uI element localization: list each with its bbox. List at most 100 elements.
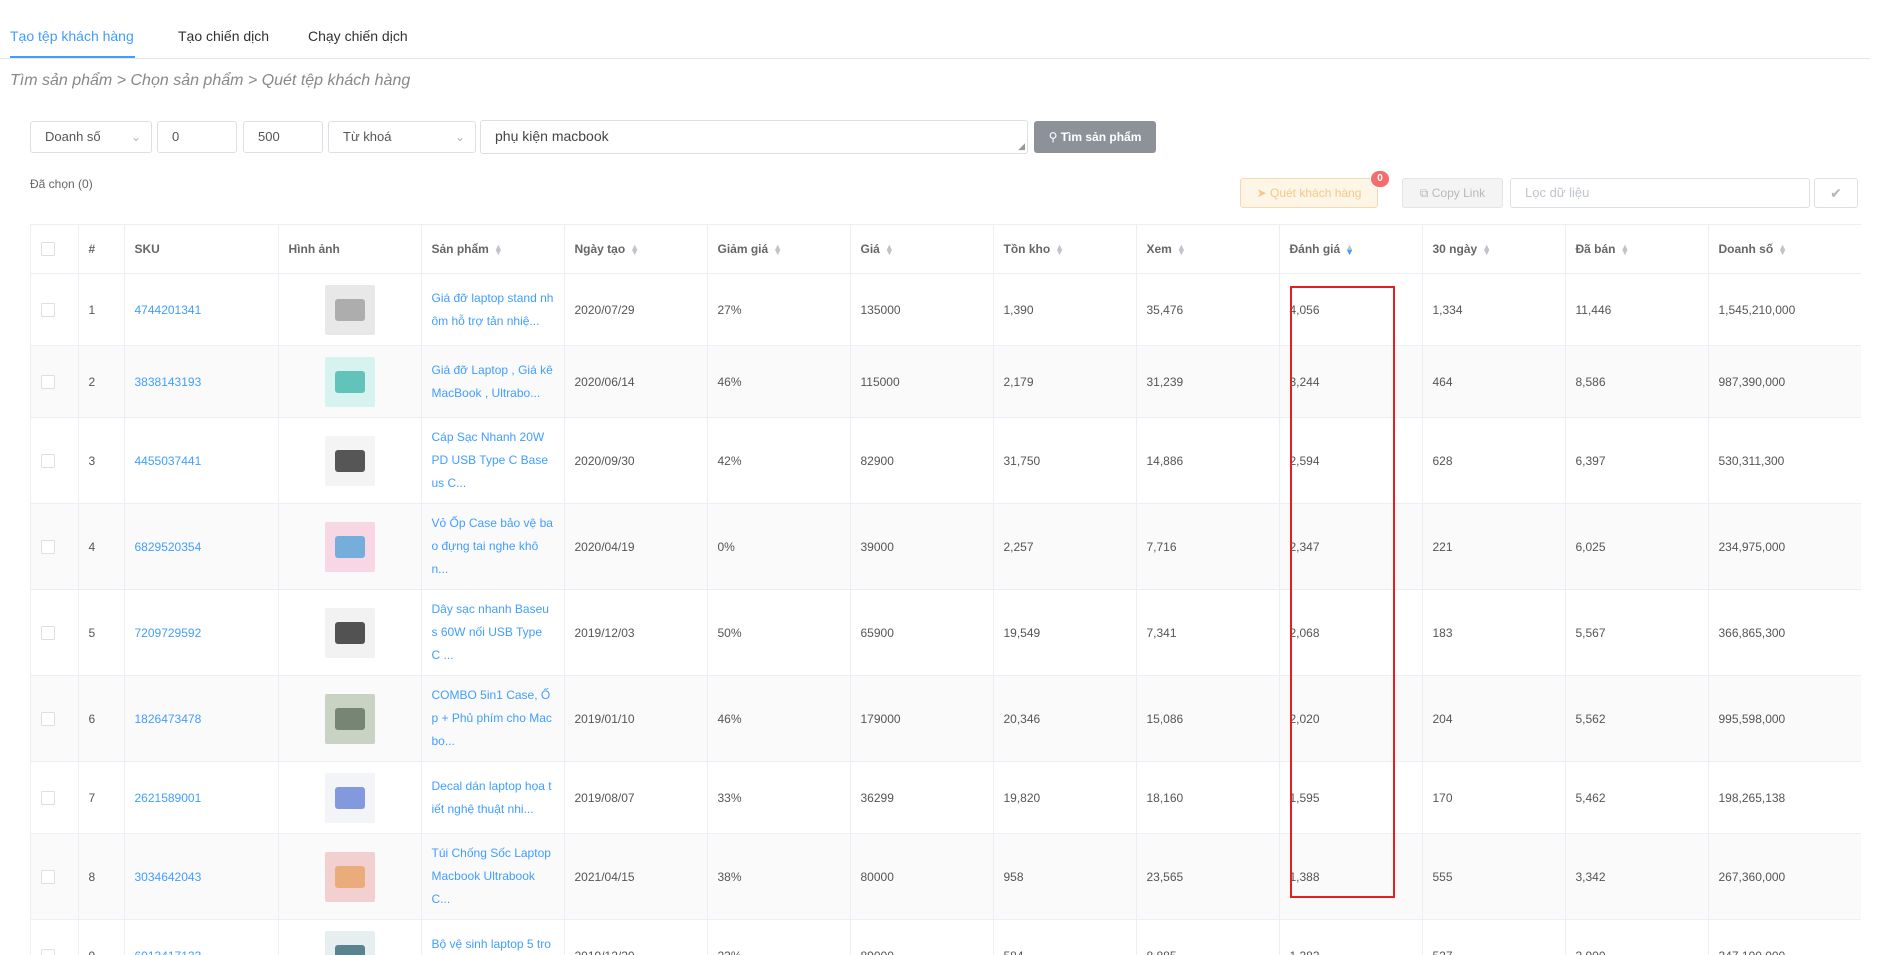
row-checkbox-cell[interactable]	[31, 346, 78, 418]
row-checkbox[interactable]	[41, 712, 55, 726]
sort-icon[interactable]: ▲▼	[494, 245, 503, 255]
column-header-discount[interactable]: Giảm giá▲▼	[707, 225, 850, 274]
row-checkbox-cell[interactable]	[31, 834, 78, 920]
product-link-text[interactable]: Cáp Sạc Nhanh 20W PD USB Type C Base us …	[432, 418, 554, 503]
row-checkbox[interactable]	[41, 303, 55, 317]
min-value-input[interactable]: 0	[157, 121, 237, 153]
tab-run-campaign[interactable]: Chạy chiến dịch	[308, 28, 408, 44]
sort-icon[interactable]: ▲▼	[885, 245, 894, 255]
row-checkbox-cell[interactable]	[31, 762, 78, 834]
row-checkbox-cell[interactable]	[31, 590, 78, 676]
sku-link-text[interactable]: 1826473478	[135, 712, 202, 726]
mode-select[interactable]: Từ khoá ⌄	[328, 121, 476, 153]
product-link-text[interactable]: Vỏ Ốp Case bảo vệ ba o đựng tai nghe khô…	[432, 504, 554, 589]
row-checkbox[interactable]	[41, 375, 55, 389]
table-row[interactable]: 23838143193Giá đỡ Laptop , Giá kê MacBoo…	[31, 346, 1861, 418]
row-checkbox-cell[interactable]	[31, 676, 78, 762]
product-link-text[interactable]: Giá đỡ laptop stand nh ôm hỗ trợ tản nhi…	[432, 279, 554, 341]
sku-link[interactable]: 1826473478	[124, 676, 278, 762]
column-header-created[interactable]: Ngày tạo▲▼	[564, 225, 707, 274]
keyword-textarea[interactable]: phụ kiện macbook ◢	[480, 120, 1028, 154]
sort-desc-icon[interactable]: ▲▼	[1345, 245, 1354, 255]
sort-icon[interactable]: ▲▼	[773, 245, 782, 255]
sort-icon[interactable]: ▲▼	[1055, 245, 1064, 255]
apply-filter-button[interactable]: ✔	[1814, 178, 1858, 208]
sku-link-text[interactable]: 3838143193	[135, 375, 202, 389]
column-header-30days[interactable]: 30 ngày▲▼	[1422, 225, 1565, 274]
sku-link[interactable]: 4744201341	[124, 274, 278, 346]
table-row[interactable]: 83034642043Túi Chống Sốc Laptop Macbook …	[31, 834, 1861, 920]
tab-create-campaign[interactable]: Tạo chiến dịch	[178, 28, 269, 44]
sku-link[interactable]: 4455037441	[124, 418, 278, 504]
row-checkbox[interactable]	[41, 949, 55, 955]
resize-grip-icon[interactable]: ◢	[1018, 141, 1025, 152]
row-checkbox[interactable]	[41, 454, 55, 468]
product-link-text[interactable]: Túi Chống Sốc Laptop Macbook Ultrabook C…	[432, 834, 554, 919]
filter-data-input[interactable]: Lọc dữ liệu	[1510, 178, 1810, 208]
column-header-price[interactable]: Giá▲▼	[850, 225, 993, 274]
product-link[interactable]: Bộ vệ sinh laptop 5 tro ng 1 JRC và Vu S…	[421, 920, 564, 955]
scan-customers-button[interactable]: ➤ Quét khách hàng	[1240, 178, 1378, 208]
column-header-revenue[interactable]: Doanh số▲▼	[1708, 225, 1861, 274]
table-row[interactable]: 46829520354Vỏ Ốp Case bảo vệ ba o đựng t…	[31, 504, 1861, 590]
product-link-text[interactable]: Dây sạc nhanh Baseu s 60W nối USB Type C…	[432, 590, 554, 675]
sort-icon[interactable]: ▲▼	[1482, 245, 1491, 255]
column-header-rating[interactable]: Đánh giá▲▼	[1279, 225, 1422, 274]
column-header-sold[interactable]: Đã bán▲▼	[1565, 225, 1708, 274]
table-row[interactable]: 72621589001Decal dán laptop họa t iết ng…	[31, 762, 1861, 834]
sku-link-text[interactable]: 3034642043	[135, 870, 202, 884]
sku-link-text[interactable]: 6013417123	[135, 949, 202, 955]
table-row[interactable]: 57209729592Dây sạc nhanh Baseu s 60W nối…	[31, 590, 1861, 676]
column-header-views[interactable]: Xem▲▼	[1136, 225, 1279, 274]
select-all-checkbox-cell[interactable]	[31, 225, 78, 274]
sku-link[interactable]: 6013417123	[124, 920, 278, 955]
product-link[interactable]: Giá đỡ laptop stand nh ôm hỗ trợ tản nhi…	[421, 274, 564, 346]
product-link[interactable]: Dây sạc nhanh Baseu s 60W nối USB Type C…	[421, 590, 564, 676]
metric-select[interactable]: Doanh số ⌄	[30, 121, 152, 153]
sku-link-text[interactable]: 7209729592	[135, 626, 202, 640]
product-link[interactable]: COMBO 5in1 Case, Ố p + Phủ phím cho Mac …	[421, 676, 564, 762]
row-checkbox-cell[interactable]	[31, 418, 78, 504]
sku-link-text[interactable]: 4744201341	[135, 303, 202, 317]
table-row[interactable]: 61826473478COMBO 5in1 Case, Ố p + Phủ ph…	[31, 676, 1861, 762]
column-header-product[interactable]: Sản phẩm▲▼	[421, 225, 564, 274]
product-link-text[interactable]: Bộ vệ sinh laptop 5 tro ng 1 JRC và Vu S…	[432, 925, 554, 955]
product-link-text[interactable]: COMBO 5in1 Case, Ố p + Phủ phím cho Mac …	[432, 676, 554, 761]
sku-link[interactable]: 3034642043	[124, 834, 278, 920]
table-row[interactable]: 14744201341Giá đỡ laptop stand nh ôm hỗ …	[31, 274, 1861, 346]
max-value-input[interactable]: 500	[243, 121, 323, 153]
product-link[interactable]: Giá đỡ Laptop , Giá kê MacBook , Ultrabo…	[421, 346, 564, 418]
product-link-text[interactable]: Decal dán laptop họa t iết nghệ thuật nh…	[432, 767, 554, 829]
sku-link[interactable]: 7209729592	[124, 590, 278, 676]
product-link[interactable]: Cáp Sạc Nhanh 20W PD USB Type C Base us …	[421, 418, 564, 504]
tab-create-audience[interactable]: Tạo tệp khách hàng	[10, 28, 134, 44]
search-products-button[interactable]: ⚲ Tìm sản phẩm	[1034, 121, 1156, 153]
row-checkbox[interactable]	[41, 626, 55, 640]
row-checkbox-cell[interactable]	[31, 920, 78, 955]
sku-link-text[interactable]: 6829520354	[135, 540, 202, 554]
sku-link-text[interactable]: 4455037441	[135, 454, 202, 468]
row-checkbox[interactable]	[41, 791, 55, 805]
sku-link[interactable]: 6829520354	[124, 504, 278, 590]
product-link[interactable]: Decal dán laptop họa t iết nghệ thuật nh…	[421, 762, 564, 834]
product-link[interactable]: Vỏ Ốp Case bảo vệ ba o đựng tai nghe khô…	[421, 504, 564, 590]
row-checkbox[interactable]	[41, 870, 55, 884]
sort-icon[interactable]: ▲▼	[1177, 245, 1186, 255]
table-row[interactable]: 34455037441Cáp Sạc Nhanh 20W PD USB Type…	[31, 418, 1861, 504]
row-checkbox[interactable]	[41, 540, 55, 554]
copy-link-button[interactable]: ⧉ Copy Link	[1402, 178, 1503, 208]
select-all-checkbox[interactable]	[41, 242, 55, 256]
sort-icon[interactable]: ▲▼	[1621, 245, 1630, 255]
sort-icon[interactable]: ▲▼	[630, 245, 639, 255]
row-checkbox-cell[interactable]	[31, 504, 78, 590]
sku-link[interactable]: 2621589001	[124, 762, 278, 834]
product-link[interactable]: Túi Chống Sốc Laptop Macbook Ultrabook C…	[421, 834, 564, 920]
sku-link[interactable]: 3838143193	[124, 346, 278, 418]
product-link-text[interactable]: Giá đỡ Laptop , Giá kê MacBook , Ultrabo…	[432, 351, 554, 413]
sku-link-text[interactable]: 2621589001	[135, 791, 202, 805]
row-checkbox-cell[interactable]	[31, 274, 78, 346]
sort-icon[interactable]: ▲▼	[1778, 245, 1787, 255]
table-row[interactable]: 96013417123Bộ vệ sinh laptop 5 tro ng 1 …	[31, 920, 1861, 955]
views-cell: 8,885	[1136, 920, 1279, 955]
column-header-stock[interactable]: Tồn kho▲▼	[993, 225, 1136, 274]
